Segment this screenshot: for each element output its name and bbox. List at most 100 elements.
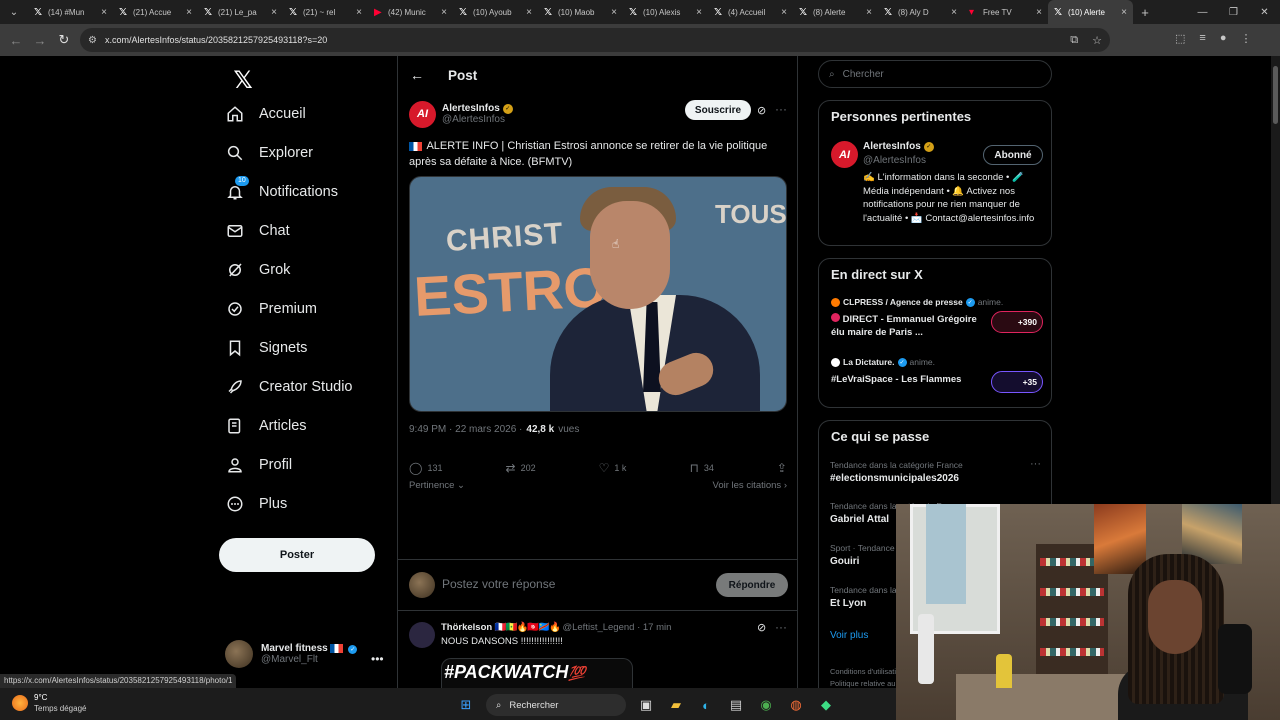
more-icon[interactable]: ··· bbox=[775, 102, 787, 116]
post-button[interactable]: Poster bbox=[219, 538, 375, 572]
live-listeners-pill[interactable]: +390 bbox=[991, 311, 1043, 333]
post-author-name[interactable]: AlertesInfos ✓ bbox=[442, 103, 513, 114]
back-arrow-icon[interactable]: ← bbox=[410, 67, 424, 83]
browser-tab[interactable]: 𝕏 (10) Maob × bbox=[538, 0, 623, 24]
media-icon[interactable]: ≡ bbox=[1199, 32, 1205, 45]
task-view-icon[interactable]: ▣ bbox=[636, 695, 656, 715]
close-tab-icon[interactable]: × bbox=[186, 7, 192, 18]
sidebar-item-chat[interactable]: Chat bbox=[225, 214, 290, 248]
more-icon[interactable]: ··· bbox=[775, 620, 787, 634]
post-author-handle[interactable]: @AlertesInfos bbox=[442, 114, 513, 125]
avatar[interactable] bbox=[409, 622, 435, 648]
tab-search-menu-icon[interactable]: ⌄ bbox=[0, 0, 28, 24]
close-tab-icon[interactable]: × bbox=[1121, 7, 1127, 18]
repost-button[interactable]: ⇄ 202 bbox=[506, 461, 536, 475]
maximize-icon[interactable]: ❐ bbox=[1218, 0, 1249, 24]
reply-media[interactable]: #PACKWATCH💯 bbox=[441, 658, 633, 688]
grok-icon[interactable]: ⊘ bbox=[757, 621, 766, 634]
browser-tab[interactable]: 𝕏 (8) Alerte × bbox=[793, 0, 878, 24]
post-photo[interactable]: CHRIST ESTRO TOUS ☝ bbox=[409, 176, 787, 412]
browser-tab[interactable]: 𝕏 (21) ~ rel × bbox=[283, 0, 368, 24]
sidebar-item-profile[interactable]: Profil bbox=[225, 448, 292, 482]
browser-tab[interactable]: 𝕏 (10) Alexis × bbox=[623, 0, 708, 24]
browser-tab[interactable]: 𝕏 (21) Accue × bbox=[113, 0, 198, 24]
reply-button[interactable]: ◯ 131 bbox=[409, 461, 442, 475]
app-icon[interactable]: ◆ bbox=[816, 695, 836, 715]
avatar[interactable]: AI bbox=[831, 141, 858, 168]
live-listeners-pill[interactable]: +35 bbox=[991, 371, 1043, 393]
sidebar-item-bookmarks[interactable]: Signets bbox=[225, 331, 307, 365]
close-tab-icon[interactable]: × bbox=[101, 7, 107, 18]
bookmark-button[interactable]: ⊓ 34 bbox=[689, 461, 713, 475]
browser-tab[interactable]: 𝕏 (10) Ayoub × bbox=[453, 0, 538, 24]
close-tab-icon[interactable]: × bbox=[441, 7, 447, 18]
browser-tab[interactable]: ▾ Free TV × bbox=[963, 0, 1048, 24]
footer-link[interactable]: Politique relative au bbox=[830, 678, 904, 688]
sidebar-item-explore[interactable]: Explorer bbox=[225, 136, 313, 170]
share-button[interactable]: ⇪ bbox=[777, 461, 787, 475]
firefox-icon[interactable]: ◍ bbox=[786, 695, 806, 715]
x-logo-icon[interactable]: 𝕏 bbox=[227, 64, 259, 96]
sidebar-item-creator-studio[interactable]: Creator Studio bbox=[225, 370, 353, 404]
sidebar-item-premium[interactable]: Premium bbox=[225, 292, 317, 326]
browser-tab[interactable]: 𝕏 (21) Le_pa × bbox=[198, 0, 283, 24]
browser-tab[interactable]: 𝕏 (8) Aly D × bbox=[878, 0, 963, 24]
edge-icon[interactable]: ◐ bbox=[696, 695, 716, 715]
sort-dropdown[interactable]: Pertinence ⌄ bbox=[409, 480, 465, 491]
view-quotes-link[interactable]: Voir les citations › bbox=[713, 480, 787, 491]
reload-icon[interactable]: ↻ bbox=[52, 32, 76, 48]
search-input[interactable]: ⌕ Chercher bbox=[818, 60, 1052, 88]
sidebar-item-home[interactable]: Accueil bbox=[225, 97, 306, 131]
trend-item[interactable]: Tendance dans la catégorie France #elect… bbox=[830, 460, 1042, 484]
following-button[interactable]: Abonné bbox=[983, 145, 1043, 165]
chrome-icon[interactable]: ◉ bbox=[756, 695, 776, 715]
browser-tab[interactable]: ▶ (42) Munic × bbox=[368, 0, 453, 24]
forward-icon[interactable]: → bbox=[28, 33, 52, 48]
close-window-icon[interactable]: ✕ bbox=[1249, 0, 1280, 24]
sidebar-item-more[interactable]: Plus bbox=[225, 487, 287, 521]
weather-widget[interactable]: 9°C Temps dégagé bbox=[12, 692, 86, 714]
profile-icon[interactable]: ● bbox=[1220, 32, 1227, 45]
close-tab-icon[interactable]: × bbox=[611, 7, 617, 18]
live-space-item[interactable]: La Dictature. ✓ anime. #LeVraiSpace - Les … bbox=[831, 357, 1043, 393]
close-tab-icon[interactable]: × bbox=[356, 7, 362, 18]
reply-author-name[interactable]: Thörkelson bbox=[441, 622, 492, 633]
trend-more-icon[interactable]: ··· bbox=[1030, 458, 1041, 470]
taskbar-search[interactable]: ⌕ Rechercher bbox=[486, 694, 626, 716]
reply-input[interactable]: Postez votre réponse bbox=[442, 577, 555, 591]
browser-menu-icon[interactable]: ⋮ bbox=[1240, 32, 1251, 45]
post-time[interactable]: 9:49 PM · 22 mars 2026 · bbox=[409, 424, 522, 435]
person-handle[interactable]: @AlertesInfos bbox=[863, 155, 926, 166]
footer-link[interactable]: Conditions d'utilisation bbox=[830, 666, 904, 678]
close-tab-icon[interactable]: × bbox=[951, 7, 957, 18]
browser-tab-active[interactable]: 𝕏 (10) Alerte × bbox=[1048, 0, 1133, 24]
back-icon[interactable]: ← bbox=[4, 33, 28, 48]
reply-submit-button[interactable]: Répondre bbox=[716, 573, 788, 597]
extensions-icon[interactable]: ⬚ bbox=[1175, 32, 1185, 45]
cast-icon[interactable]: ⧉ bbox=[1070, 34, 1078, 47]
close-tab-icon[interactable]: × bbox=[696, 7, 702, 18]
close-tab-icon[interactable]: × bbox=[866, 7, 872, 18]
avatar[interactable]: AI bbox=[409, 100, 436, 128]
store-icon[interactable]: ▤ bbox=[726, 695, 746, 715]
new-tab-button[interactable]: + bbox=[1133, 5, 1157, 20]
bookmark-star-icon[interactable]: ☆ bbox=[1092, 34, 1102, 47]
sidebar-item-articles[interactable]: Articles bbox=[225, 409, 307, 443]
sidebar-item-grok[interactable]: Grok bbox=[225, 253, 290, 287]
windows-start-icon[interactable]: ⊞ bbox=[456, 695, 476, 715]
browser-tab[interactable]: 𝕏 (14) #Mun × bbox=[28, 0, 113, 24]
close-tab-icon[interactable]: × bbox=[271, 7, 277, 18]
account-switcher[interactable]: Marvel fitness ✓ @Marvel_Flt bbox=[225, 640, 358, 668]
close-tab-icon[interactable]: × bbox=[781, 7, 787, 18]
like-button[interactable]: ♡ 1 k bbox=[599, 461, 627, 475]
account-more-icon[interactable]: ••• bbox=[371, 652, 384, 666]
browser-tab[interactable]: 𝕏 (4) Accueil × bbox=[708, 0, 793, 24]
site-info-icon[interactable]: ⚙ bbox=[88, 35, 97, 46]
sidebar-item-notifications[interactable]: 10 Notifications bbox=[225, 175, 338, 209]
see-more-link[interactable]: Voir plus bbox=[830, 630, 868, 641]
file-explorer-icon[interactable]: ▰ bbox=[666, 695, 686, 715]
close-tab-icon[interactable]: × bbox=[526, 7, 532, 18]
subscribe-button[interactable]: Souscrire bbox=[685, 100, 751, 120]
grok-icon[interactable]: ⊘ bbox=[757, 104, 766, 117]
scrollbar-thumb[interactable] bbox=[1273, 66, 1278, 124]
